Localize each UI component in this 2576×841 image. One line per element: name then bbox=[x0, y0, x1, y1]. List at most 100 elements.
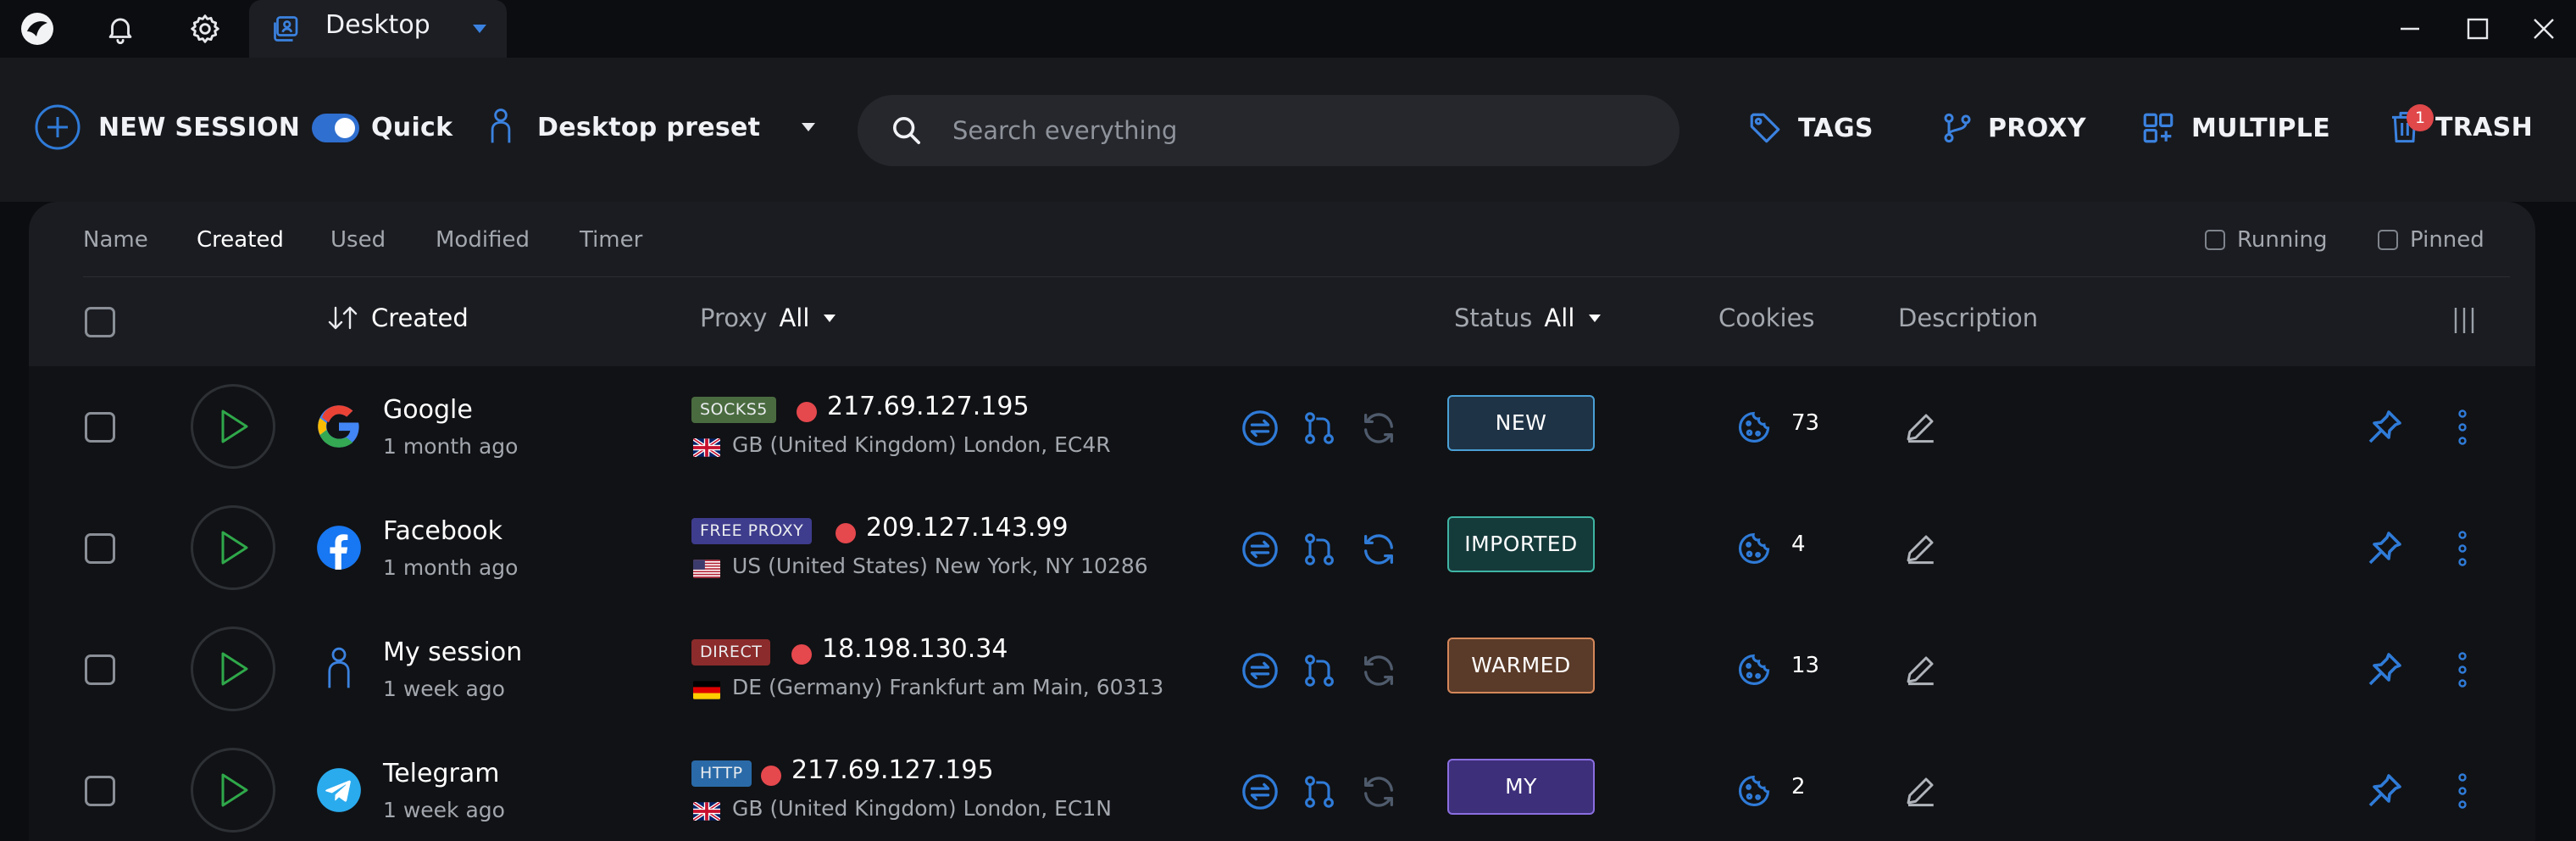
close-button[interactable] bbox=[2522, 7, 2566, 51]
swap-proxy-icon[interactable] bbox=[1237, 405, 1283, 451]
proxy-branch-icon[interactable] bbox=[1296, 769, 1342, 815]
row-checkbox[interactable] bbox=[85, 654, 115, 685]
edit-description-icon[interactable] bbox=[1898, 648, 1942, 692]
chevron-down-icon[interactable] bbox=[468, 17, 491, 41]
edit-description-icon[interactable] bbox=[1898, 405, 1942, 449]
sort-tab-timer[interactable]: Timer bbox=[580, 227, 642, 253]
session-created: 1 week ago bbox=[383, 677, 505, 701]
cookie-count: 4 bbox=[1791, 532, 1806, 557]
running-filter[interactable]: Running bbox=[2205, 227, 2328, 253]
tag-icon bbox=[1747, 110, 1783, 146]
start-session-button[interactable] bbox=[191, 627, 275, 711]
sort-tab-used[interactable]: Used bbox=[330, 227, 386, 253]
pinned-filter[interactable]: Pinned bbox=[2378, 227, 2484, 253]
proxy-ip: 217.69.127.195 bbox=[791, 755, 994, 785]
swap-proxy-icon[interactable] bbox=[1237, 648, 1283, 693]
pinned-checkbox[interactable] bbox=[2378, 230, 2398, 250]
column-description[interactable]: Description bbox=[1898, 304, 2038, 332]
session-row[interactable]: Google 1 month ago SOCKS5 217.69.127.195… bbox=[29, 366, 2535, 487]
flag-gb-icon bbox=[693, 438, 720, 457]
pin-icon[interactable] bbox=[2361, 404, 2408, 451]
proxy-location: GB (United Kingdom) London, EC4R bbox=[732, 432, 1111, 457]
row-checkbox[interactable] bbox=[85, 412, 115, 443]
app-logo-icon[interactable] bbox=[15, 7, 59, 51]
proxy-branch-icon[interactable] bbox=[1296, 648, 1342, 693]
preset-select[interactable]: Desktop preset bbox=[486, 107, 816, 148]
column-status[interactable]: Status All bbox=[1454, 304, 1602, 332]
proxy-status-dot bbox=[836, 523, 856, 543]
row-checkbox[interactable] bbox=[85, 533, 115, 564]
flag-us-icon bbox=[693, 560, 720, 578]
columns-settings-icon[interactable] bbox=[2449, 305, 2479, 336]
swap-proxy-icon[interactable] bbox=[1237, 526, 1283, 572]
cookie-icon[interactable] bbox=[1732, 648, 1776, 692]
proxy-branch-icon[interactable] bbox=[1296, 405, 1342, 451]
cookie-icon[interactable] bbox=[1732, 769, 1776, 813]
session-row[interactable]: My session 1 week ago DIRECT 18.198.130.… bbox=[29, 609, 2535, 730]
running-checkbox[interactable] bbox=[2205, 230, 2225, 250]
person-icon bbox=[315, 645, 363, 693]
cookie-icon[interactable] bbox=[1732, 405, 1776, 449]
status-badge[interactable]: IMPORTED bbox=[1447, 516, 1595, 572]
column-created-label: Created bbox=[371, 304, 469, 332]
status-badge[interactable]: MY bbox=[1447, 759, 1595, 815]
proxy-branch-icon[interactable] bbox=[1296, 526, 1342, 572]
new-session-label: NEW SESSION bbox=[98, 112, 301, 142]
column-created[interactable]: Created bbox=[327, 304, 469, 332]
session-created: 1 month ago bbox=[383, 434, 519, 459]
row-checkbox[interactable] bbox=[85, 776, 115, 806]
session-row[interactable]: Facebook 1 month ago FREE PROXY 209.127.… bbox=[29, 487, 2535, 609]
more-options-icon[interactable] bbox=[2446, 767, 2479, 815]
start-session-button[interactable] bbox=[191, 748, 275, 833]
pin-icon[interactable] bbox=[2361, 646, 2408, 693]
maximize-button[interactable] bbox=[2456, 7, 2500, 51]
session-created: 1 week ago bbox=[383, 798, 505, 822]
sort-tab-created[interactable]: Created bbox=[197, 227, 284, 253]
gear-icon[interactable] bbox=[183, 7, 227, 51]
refresh-icon[interactable] bbox=[1356, 526, 1402, 572]
search-icon bbox=[890, 114, 924, 148]
proxy-location: GB (United Kingdom) London, EC1N bbox=[732, 796, 1112, 821]
start-session-button[interactable] bbox=[191, 505, 275, 590]
refresh-icon[interactable] bbox=[1356, 769, 1402, 815]
chevron-down-icon bbox=[823, 314, 836, 323]
refresh-icon[interactable] bbox=[1356, 405, 1402, 451]
bell-icon[interactable] bbox=[98, 7, 142, 51]
cookie-icon[interactable] bbox=[1732, 526, 1776, 571]
minimize-button[interactable] bbox=[2388, 7, 2432, 51]
sort-tab-modified[interactable]: Modified bbox=[436, 227, 530, 253]
start-session-button[interactable] bbox=[191, 384, 275, 469]
checkbox[interactable] bbox=[85, 307, 115, 337]
column-description-label: Description bbox=[1898, 304, 2039, 332]
refresh-icon[interactable] bbox=[1356, 648, 1402, 693]
more-options-icon[interactable] bbox=[2446, 525, 2479, 572]
search-input[interactable] bbox=[952, 109, 1647, 153]
session-row[interactable]: Telegram 1 week ago HTTP 217.69.127.195 … bbox=[29, 730, 2535, 841]
multiple-button[interactable]: MULTIPLE bbox=[2140, 110, 2330, 146]
select-all-checkbox[interactable] bbox=[85, 307, 115, 337]
column-cookies[interactable]: Cookies bbox=[1718, 304, 1815, 332]
tags-button[interactable]: TAGS bbox=[1747, 110, 1874, 146]
pin-icon[interactable] bbox=[2361, 525, 2408, 572]
search-bar[interactable] bbox=[858, 95, 1679, 166]
proxy-type-badge: SOCKS5 bbox=[691, 397, 776, 423]
edit-description-icon[interactable] bbox=[1898, 526, 1942, 571]
cookie-count: 73 bbox=[1791, 410, 1820, 436]
flag-gb-icon bbox=[693, 802, 720, 821]
swap-proxy-icon[interactable] bbox=[1237, 769, 1283, 815]
pin-icon[interactable] bbox=[2361, 767, 2408, 815]
status-badge[interactable]: NEW bbox=[1447, 395, 1595, 451]
new-session-button[interactable]: NEW SESSION bbox=[34, 103, 300, 151]
tab-desktop[interactable]: Desktop bbox=[249, 0, 507, 58]
more-options-icon[interactable] bbox=[2446, 404, 2479, 451]
sort-tab-name[interactable]: Name bbox=[83, 227, 148, 253]
column-proxy[interactable]: Proxy All bbox=[700, 304, 836, 332]
edit-description-icon[interactable] bbox=[1898, 769, 1942, 813]
status-badge[interactable]: WARMED bbox=[1447, 638, 1595, 693]
more-options-icon[interactable] bbox=[2446, 646, 2479, 693]
proxy-button[interactable]: PROXY bbox=[1940, 110, 2086, 146]
flag-de-icon bbox=[693, 681, 720, 699]
quick-switch[interactable] bbox=[312, 113, 359, 142]
sort-arrows-icon bbox=[327, 304, 361, 331]
quick-toggle[interactable]: Quick bbox=[312, 113, 452, 142]
